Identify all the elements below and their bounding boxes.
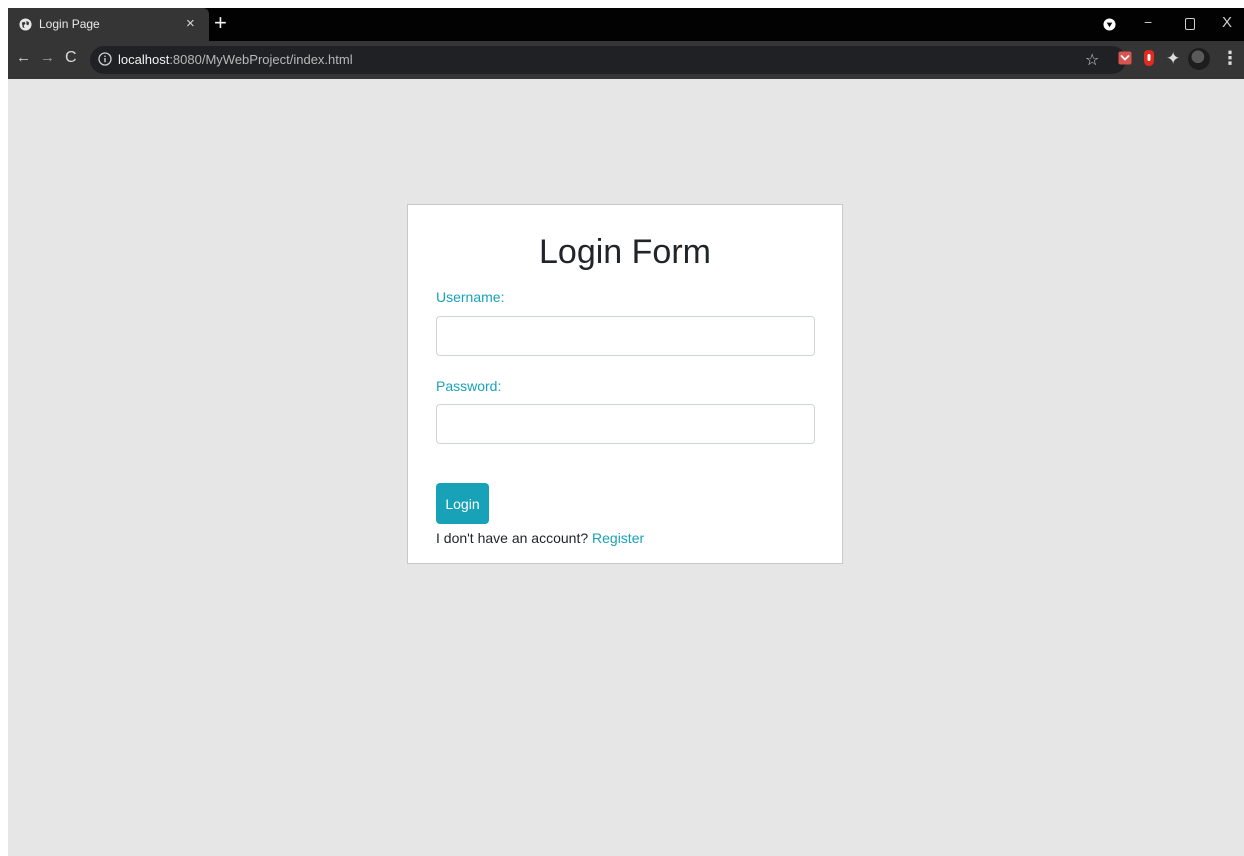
restore-icon[interactable] xyxy=(1185,18,1195,30)
username-label: Username: xyxy=(436,289,505,305)
register-prompt: I don't have an account? Register xyxy=(436,530,644,546)
pocket-extension-icon[interactable] xyxy=(1118,51,1132,65)
tab-close-icon[interactable]: × xyxy=(186,16,195,31)
globe-icon xyxy=(19,18,32,31)
address-bar[interactable]: localhost:8080/MyWebProject/index.html ☆ xyxy=(90,46,1126,74)
username-field[interactable] xyxy=(436,316,815,356)
tab-strip: Login Page × + − X xyxy=(8,8,1244,41)
browser-window: Login Page × + − X ← → C localhost:8080/… xyxy=(8,8,1244,856)
login-card: Login Form Username: Password: Login I d… xyxy=(407,204,843,564)
register-prompt-text: I don't have an account? xyxy=(436,530,589,546)
url-text[interactable]: localhost:8080/MyWebProject/index.html xyxy=(118,52,353,67)
tab-title: Login Page xyxy=(39,17,100,31)
minimize-icon[interactable]: − xyxy=(1144,14,1152,30)
page-viewport: Login Form Username: Password: Login I d… xyxy=(8,79,1244,856)
extensions-puzzle-icon[interactable]: ✦ xyxy=(1166,49,1180,69)
info-icon[interactable] xyxy=(98,52,112,66)
bookmark-star-icon[interactable]: ☆ xyxy=(1085,50,1099,70)
close-window-icon[interactable]: X xyxy=(1222,14,1232,31)
tab-login-page[interactable]: Login Page × xyxy=(8,8,209,41)
login-button[interactable]: Login xyxy=(436,483,489,524)
new-tab-icon[interactable]: + xyxy=(214,12,227,34)
url-host: localhost xyxy=(118,52,170,67)
page-title: Login Form xyxy=(539,233,711,271)
browser-toolbar: ← → C localhost:8080/MyWebProject/index.… xyxy=(8,41,1244,79)
register-link[interactable]: Register xyxy=(592,530,644,546)
url-path: :8080/MyWebProject/index.html xyxy=(169,52,353,67)
forward-arrow-icon[interactable]: → xyxy=(40,50,55,66)
shield-icon[interactable] xyxy=(1103,18,1116,31)
browser-menu-icon[interactable]: ⋮ xyxy=(1221,48,1239,69)
profile-avatar[interactable] xyxy=(1188,48,1210,70)
reload-icon[interactable]: C xyxy=(65,50,77,66)
back-arrow-icon[interactable]: ← xyxy=(16,50,31,66)
password-field[interactable] xyxy=(436,404,815,444)
password-label: Password: xyxy=(436,378,502,394)
adblock-extension-icon[interactable] xyxy=(1142,50,1156,66)
